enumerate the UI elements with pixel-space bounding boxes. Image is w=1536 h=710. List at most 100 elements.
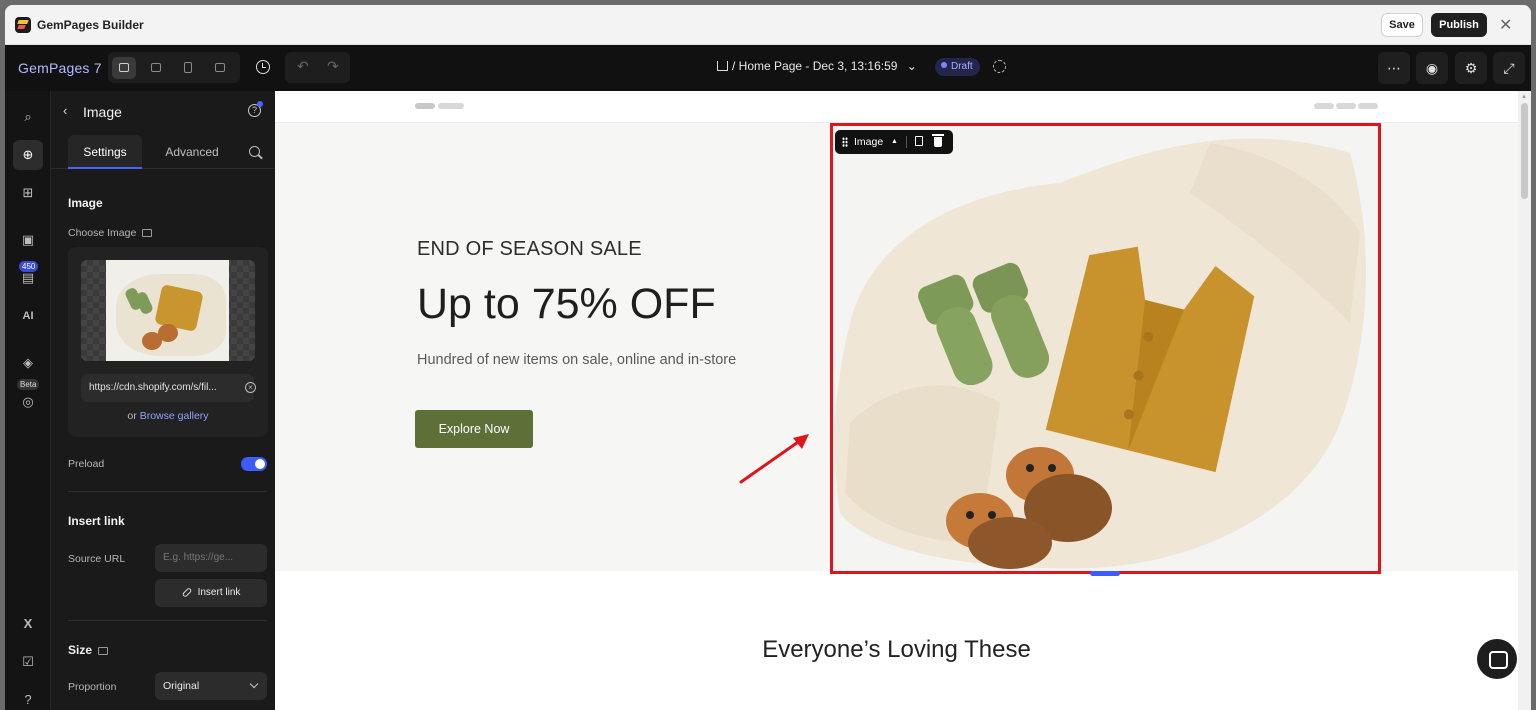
- proportion-select[interactable]: Original: [155, 672, 267, 700]
- divider: [68, 491, 267, 492]
- drag-handle-icon[interactable]: [842, 137, 848, 147]
- page-settings-button[interactable]: ⚙: [1455, 52, 1487, 84]
- library-icon[interactable]: ▤: [13, 263, 43, 293]
- choose-image-text: Choose Image: [68, 227, 137, 239]
- toolbar-separator: [906, 136, 907, 148]
- left-rail: ⌕ ⊕ ⊞ ▣ 450 ▤ AI ◈ Beta ◎ X ☑ ?: [5, 91, 51, 710]
- header-menu-placeholder: [1314, 103, 1334, 109]
- close-icon[interactable]: ✕: [1499, 15, 1512, 35]
- brand-label: GemPages 7: [18, 60, 102, 76]
- header-logo-placeholder: [415, 103, 435, 109]
- add-element-icon[interactable]: ⊕: [13, 140, 43, 170]
- image-preview[interactable]: [81, 260, 255, 361]
- browse-row: or Browse gallery: [68, 410, 268, 422]
- resize-handle[interactable]: [1090, 571, 1120, 576]
- explore-now-button[interactable]: Explore Now: [415, 410, 533, 448]
- more-options-button[interactable]: ⋯: [1378, 52, 1410, 84]
- insert-link-section-title: Insert link: [68, 514, 125, 528]
- question-icon[interactable]: ?: [248, 101, 263, 117]
- laptop-icon: [151, 63, 161, 72]
- gempages-logo-icon: [15, 17, 31, 33]
- checklist-icon[interactable]: ☑: [13, 647, 43, 677]
- section-title[interactable]: Everyone’s Loving These: [275, 636, 1518, 664]
- save-button[interactable]: Save: [1381, 13, 1423, 37]
- home-icon: [717, 61, 728, 71]
- size-section-text: Size: [68, 643, 93, 657]
- hero-title[interactable]: Up to 75% OFF: [417, 280, 716, 329]
- undo-redo-group: ↶ ↷: [285, 52, 350, 83]
- beta-feature-icon[interactable]: ◎: [13, 387, 43, 417]
- tab-advanced[interactable]: Advanced: [151, 135, 233, 169]
- back-arrow-icon[interactable]: ‹: [63, 103, 67, 118]
- size-section-title: Size: [68, 643, 109, 657]
- scroll-thumb[interactable]: [1521, 103, 1528, 199]
- red-arrow-icon: [739, 434, 809, 484]
- header-logo-placeholder: [438, 103, 464, 109]
- tab-settings[interactable]: Settings: [68, 135, 142, 169]
- insert-link-button[interactable]: Insert link: [155, 579, 267, 607]
- insert-link-label: Insert link: [197, 587, 241, 598]
- history-icon[interactable]: [256, 60, 270, 74]
- app-window: GemPages Builder Save Publish ✕ GemPages…: [5, 5, 1531, 710]
- link-icon: [181, 587, 192, 598]
- element-type-label[interactable]: Image: [854, 130, 883, 154]
- redo-icon[interactable]: ↷: [327, 58, 339, 75]
- divider: [68, 620, 267, 621]
- responsive-icon: [215, 63, 225, 72]
- preview-button[interactable]: ◉: [1416, 52, 1448, 84]
- hero-section[interactable]: END OF SEASON SALE Up to 75% OFF Hundred…: [275, 123, 1518, 576]
- page-header-placeholder: [275, 91, 1518, 123]
- browse-gallery-link[interactable]: Browse gallery: [140, 410, 209, 422]
- proportion-value: Original: [163, 680, 200, 692]
- undo-icon[interactable]: ↶: [297, 58, 309, 75]
- search-icon[interactable]: ⌕: [13, 102, 43, 132]
- help-icon[interactable]: ?: [13, 685, 43, 710]
- browse-prefix: or: [127, 410, 137, 422]
- source-url-input[interactable]: E.g. https://ge...: [155, 544, 267, 572]
- scroll-up-icon[interactable]: ▲: [1521, 94, 1527, 100]
- header-menu-placeholder: [1336, 103, 1356, 109]
- canvas-scrollbar[interactable]: ▲: [1518, 91, 1531, 710]
- ai-icon[interactable]: AI: [13, 301, 43, 331]
- thumbnail-shoe: [158, 324, 178, 342]
- source-url-label: Source URL: [68, 553, 126, 565]
- sync-icon[interactable]: [993, 60, 1006, 73]
- mobile-device-button[interactable]: [176, 57, 200, 79]
- clear-icon[interactable]: ×: [245, 382, 256, 393]
- duplicate-icon[interactable]: [915, 136, 923, 146]
- preload-label: Preload: [68, 458, 105, 470]
- selected-element-frame: [830, 123, 1381, 574]
- chevron-down-icon: ⌄: [906, 59, 917, 73]
- fullscreen-button[interactable]: ⤢: [1493, 52, 1525, 84]
- page-selector[interactable]: / Home Page - Dec 3, 13:16:59 ⌄: [717, 59, 917, 73]
- caret-up-icon[interactable]: ▲: [891, 130, 898, 154]
- image-section-title: Image: [68, 196, 103, 210]
- responsive-device-button[interactable]: [208, 57, 232, 79]
- trash-icon[interactable]: [932, 134, 944, 147]
- image-url-field[interactable]: https://cdn.shopify.com/s/fil... ×: [81, 374, 256, 402]
- apps-icon[interactable]: X: [13, 609, 43, 639]
- image-url-value: https://cdn.shopify.com/s/fil...: [89, 382, 217, 393]
- desktop-device-button[interactable]: [112, 57, 136, 79]
- pages-icon[interactable]: ▣: [13, 225, 43, 255]
- publish-button[interactable]: Publish: [1431, 13, 1487, 37]
- search-icon[interactable]: [249, 146, 260, 157]
- status-dot-icon: [941, 62, 947, 68]
- arrow-shaft: [739, 438, 803, 484]
- proportion-label: Proportion: [68, 681, 117, 693]
- layers-icon[interactable]: ◈: [13, 348, 43, 378]
- chat-support-button[interactable]: [1477, 639, 1517, 679]
- hero-subtitle[interactable]: Hundred of new items on sale, online and…: [417, 352, 736, 368]
- panel-header: ‹ Image ?: [51, 91, 275, 131]
- image-element-toolbar: Image ▲: [835, 130, 953, 154]
- elements-icon[interactable]: ⊞: [13, 178, 43, 208]
- laptop-device-button[interactable]: [144, 57, 168, 79]
- status-badge: Draft: [935, 58, 980, 76]
- monitor-icon: [142, 229, 153, 237]
- image-picker: https://cdn.shopify.com/s/fil... × or Br…: [68, 247, 268, 437]
- page-selector-label: / Home Page - Dec 3, 13:16:59: [732, 59, 898, 73]
- mobile-icon: [184, 62, 192, 73]
- preload-toggle[interactable]: [241, 457, 267, 471]
- status-badge-label: Draft: [951, 61, 973, 72]
- hero-eyebrow[interactable]: END OF SEASON SALE: [417, 238, 642, 261]
